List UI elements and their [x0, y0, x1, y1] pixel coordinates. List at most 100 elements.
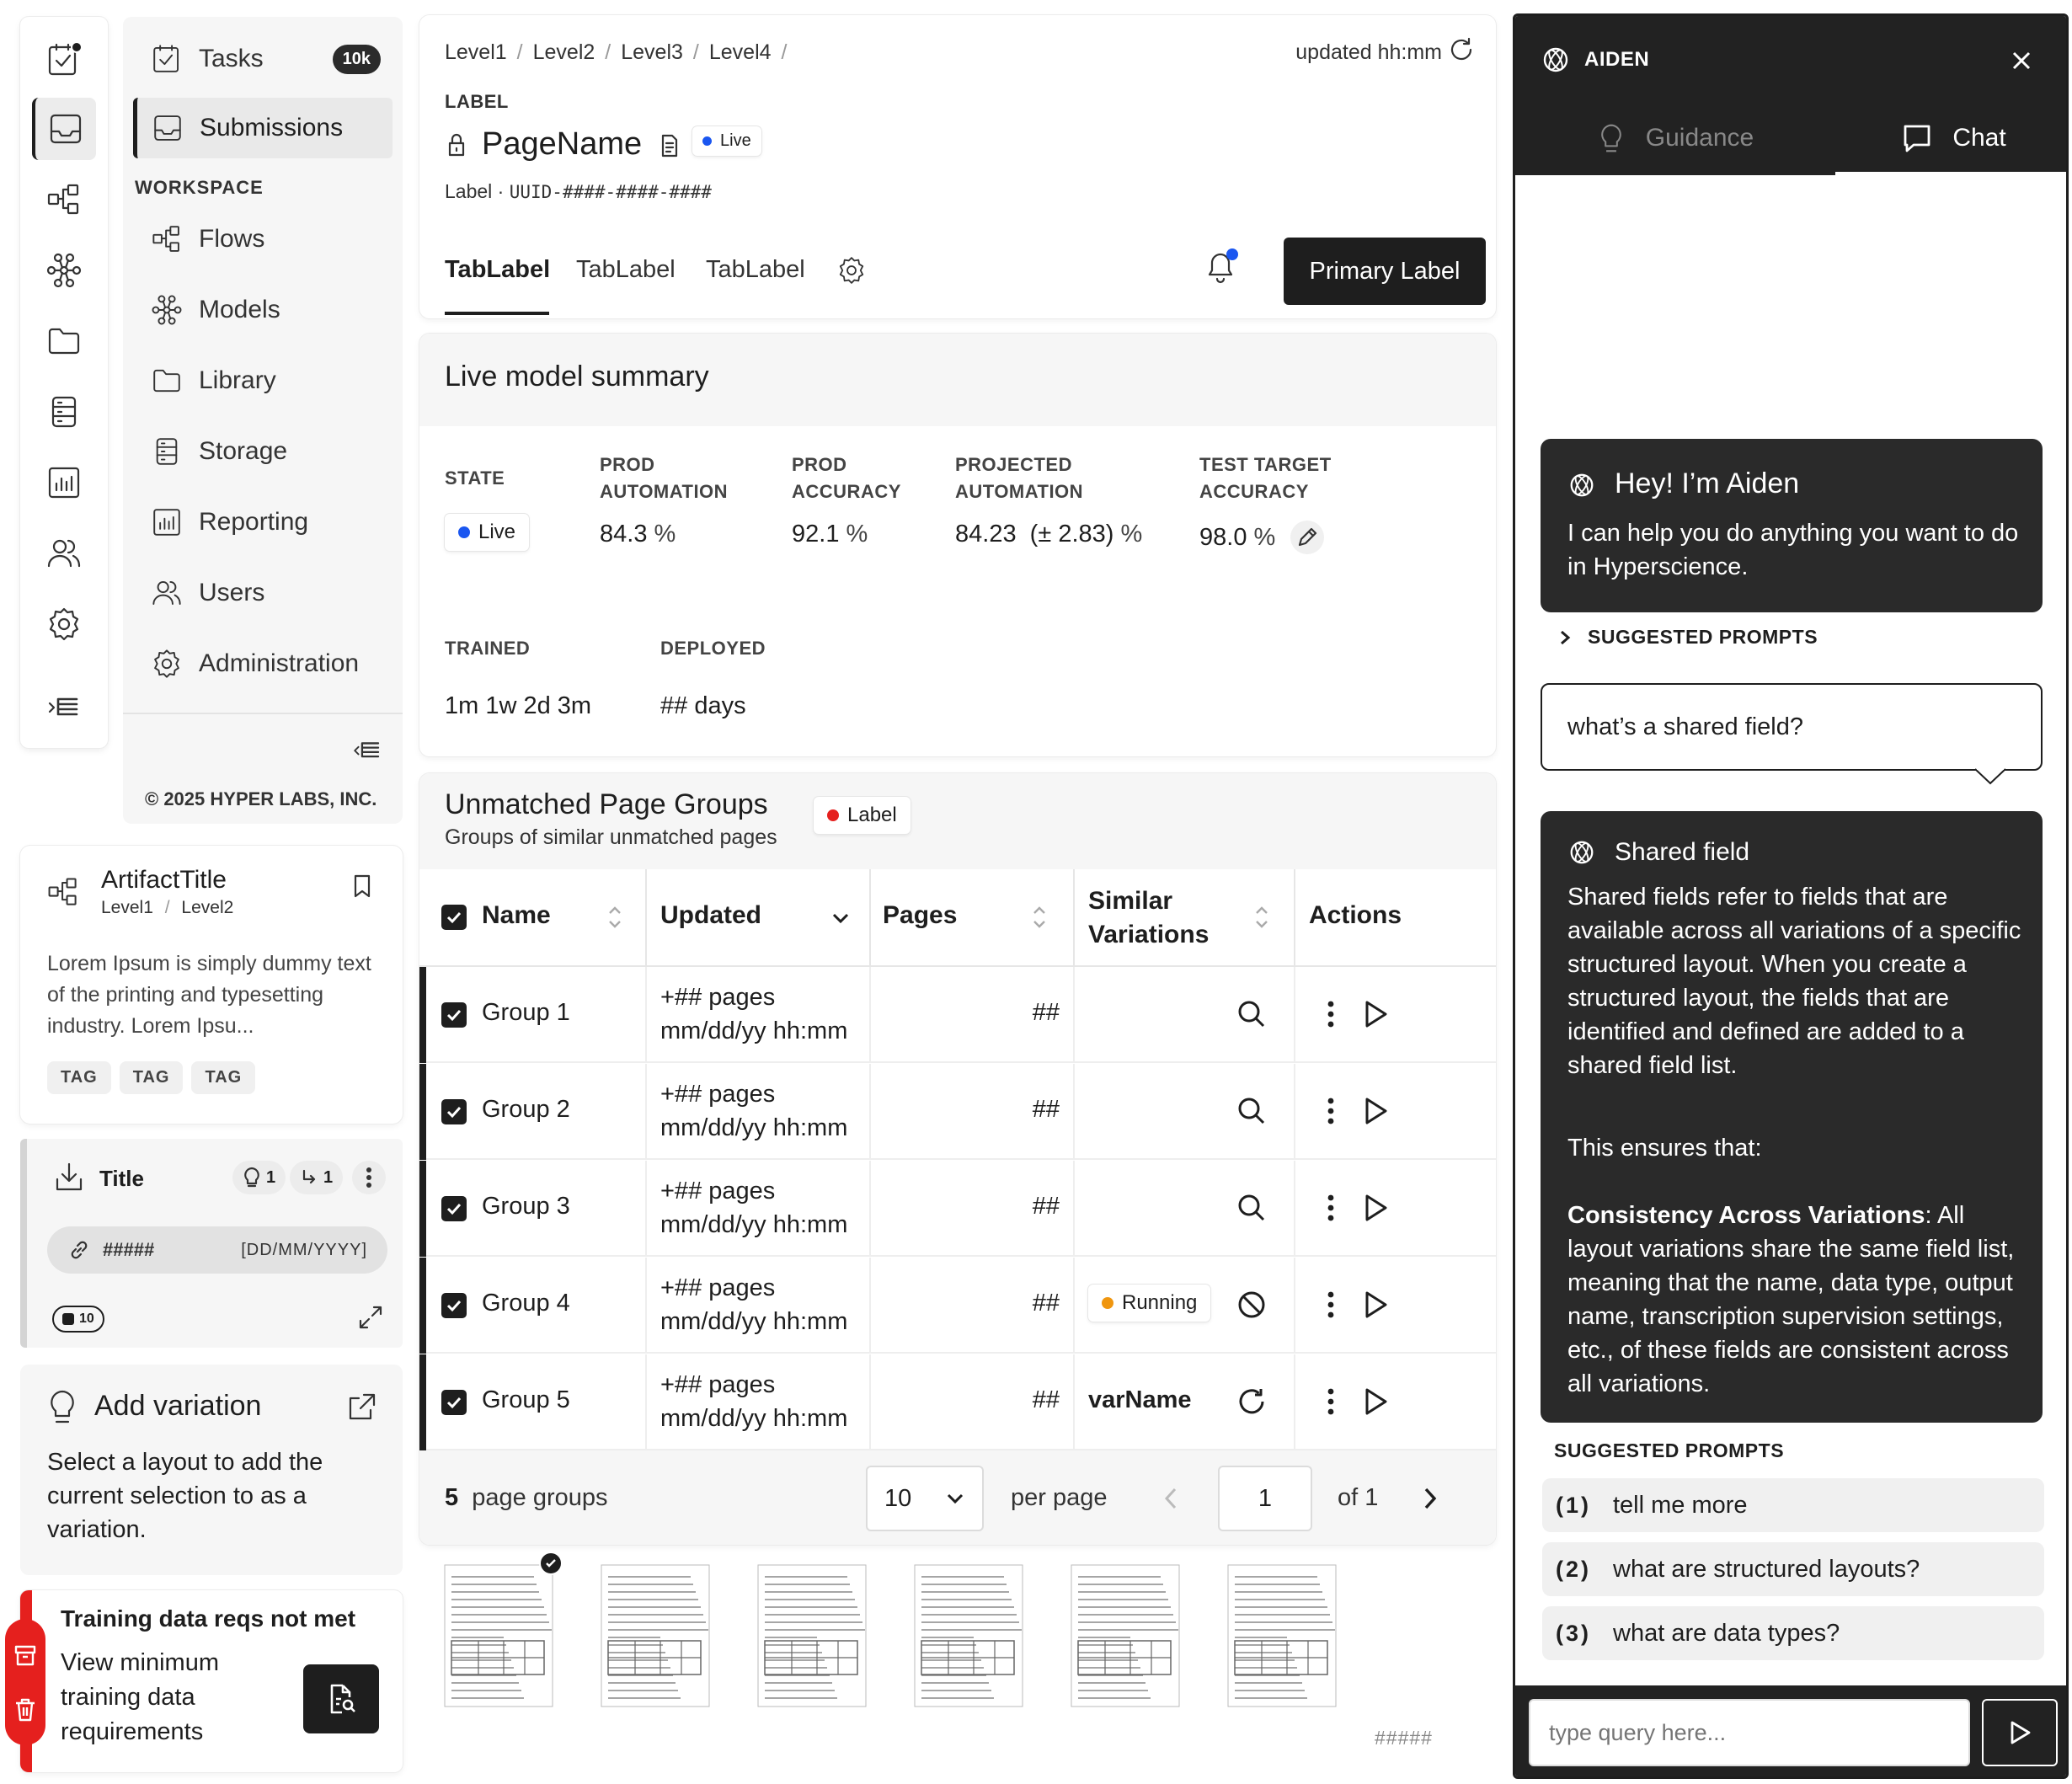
trash-icon[interactable]	[12, 1696, 39, 1723]
nav-item-administration[interactable]: Administration	[133, 633, 393, 694]
refresh-icon[interactable]	[1447, 35, 1476, 64]
tab-chat[interactable]: Chat	[1835, 100, 2066, 175]
document-thumbnail[interactable]	[585, 1557, 711, 1717]
row-checkbox[interactable]	[441, 1196, 467, 1221]
chevron-left-icon[interactable]	[1161, 1484, 1181, 1513]
search-icon[interactable]	[1235, 1191, 1268, 1225]
more-icon[interactable]	[1326, 1288, 1336, 1322]
search-icon[interactable]	[1235, 997, 1268, 1031]
view-requirements-button[interactable]	[303, 1664, 379, 1733]
table-row[interactable]: Group 3 +## pages mm/dd/yy hh:mm ##	[419, 1161, 1496, 1257]
table-row[interactable]: Group 4 +## pages mm/dd/yy hh:mm ## Running	[419, 1258, 1496, 1354]
nav-item-storage[interactable]: Storage	[133, 421, 393, 482]
settings-icon[interactable]	[32, 593, 96, 655]
play-icon[interactable]	[1358, 1191, 1391, 1225]
play-icon[interactable]	[1358, 997, 1391, 1031]
artifact-card[interactable]: ArtifactTitle Level1 / Level2 Lorem Ipsu…	[20, 846, 403, 1124]
row-checkbox[interactable]	[441, 1293, 467, 1318]
title-card[interactable]: Title 1 1 ##### [DD/MM/YYYY] 10	[20, 1139, 403, 1348]
more-icon[interactable]	[352, 1161, 386, 1194]
suggested-prompts-toggle[interactable]: SUGGESTED PROMPTS	[1557, 626, 1818, 649]
chevron-down-icon[interactable]	[830, 910, 851, 927]
expand-icon[interactable]	[355, 1302, 386, 1333]
document-thumbnail[interactable]	[741, 1557, 868, 1717]
reporting-icon[interactable]	[32, 451, 96, 514]
row-checkbox[interactable]	[441, 1002, 467, 1028]
breadcrumb-item[interactable]: Level1	[445, 40, 507, 65]
table-row[interactable]: Group 1 +## pages mm/dd/yy hh:mm ##	[419, 967, 1496, 1063]
document-thumbnail[interactable]	[1211, 1557, 1338, 1717]
sort-icon[interactable]	[1031, 903, 1048, 932]
row-checkbox[interactable]	[441, 1099, 467, 1124]
linked-field[interactable]: ##### [DD/MM/YYYY]	[47, 1226, 387, 1274]
nav-item-flows[interactable]: Flows	[133, 209, 393, 270]
block-icon[interactable]	[1235, 1288, 1268, 1322]
nav-item-reporting[interactable]: Reporting	[133, 492, 393, 553]
group-name[interactable]: Group 3	[482, 1193, 570, 1220]
edit-icon[interactable]	[1290, 521, 1325, 554]
tab-1[interactable]: TabLabel	[445, 256, 550, 284]
column-pages[interactable]: Pages	[883, 901, 957, 930]
flows-icon[interactable]	[32, 168, 96, 231]
document-icon[interactable]	[659, 133, 681, 158]
sort-icon[interactable]	[1253, 903, 1270, 932]
refresh-icon[interactable]	[1235, 1385, 1268, 1418]
per-page-select[interactable]: 10	[866, 1466, 984, 1531]
primary-button[interactable]: Primary Label	[1284, 238, 1486, 305]
group-name[interactable]: Group 1	[482, 999, 570, 1027]
tab-3[interactable]: TabLabel	[706, 256, 805, 284]
nav-item-users[interactable]: Users	[133, 563, 393, 623]
tab-2[interactable]: TabLabel	[576, 256, 676, 284]
nav-item-tasks[interactable]: Tasks 10k	[133, 29, 393, 89]
archive-icon[interactable]	[12, 1642, 39, 1669]
storage-icon[interactable]	[32, 381, 96, 443]
expand-menu-icon[interactable]	[32, 677, 96, 740]
tab-settings-icon[interactable]	[836, 254, 868, 286]
breadcrumb-item[interactable]: Level3	[621, 40, 683, 65]
play-icon[interactable]	[1358, 1094, 1391, 1128]
chevron-right-icon[interactable]	[1420, 1484, 1440, 1513]
bulb-count[interactable]: 1	[232, 1161, 286, 1194]
select-all-checkbox[interactable]	[441, 905, 467, 930]
column-updated[interactable]: Updated	[660, 901, 761, 930]
bell-icon[interactable]	[1203, 246, 1242, 288]
branch-count[interactable]: 1	[290, 1161, 344, 1194]
group-name[interactable]: Group 2	[482, 1096, 570, 1124]
nav-item-library[interactable]: Library	[133, 350, 393, 411]
row-checkbox[interactable]	[441, 1390, 467, 1415]
breadcrumb-item[interactable]: Level2	[533, 40, 595, 65]
column-similar-variations[interactable]: Similar Variations	[1088, 884, 1209, 952]
play-icon[interactable]	[1358, 1385, 1391, 1418]
add-variation-card[interactable]: Add variation Select a layout to add the…	[20, 1365, 403, 1575]
send-button[interactable]	[1982, 1699, 2058, 1766]
close-icon[interactable]	[2009, 48, 2034, 73]
more-icon[interactable]	[1326, 997, 1336, 1031]
table-row[interactable]: Group 5 +## pages mm/dd/yy hh:mm ## varName	[419, 1354, 1496, 1450]
group-name[interactable]: Group 4	[482, 1290, 570, 1317]
more-icon[interactable]	[1326, 1385, 1336, 1418]
more-icon[interactable]	[1326, 1094, 1336, 1128]
group-name[interactable]: Group 5	[482, 1386, 570, 1414]
tasks-icon[interactable]	[32, 29, 96, 91]
submissions-icon[interactable]	[32, 98, 96, 160]
sort-icon[interactable]	[606, 903, 623, 932]
suggested-prompt[interactable]: (3) what are data types?	[1542, 1606, 2044, 1660]
document-thumbnail[interactable]	[1055, 1557, 1181, 1717]
column-name[interactable]: Name	[482, 901, 551, 930]
suggested-prompt[interactable]: (2) what are structured layouts?	[1542, 1542, 2044, 1596]
document-thumbnail[interactable]	[428, 1552, 563, 1717]
more-icon[interactable]	[1326, 1191, 1336, 1225]
breadcrumb-item[interactable]: Level4	[709, 40, 772, 65]
bookmark-icon[interactable]	[347, 871, 377, 901]
users-icon[interactable]	[32, 522, 96, 585]
tab-guidance[interactable]: Guidance	[1515, 100, 1835, 175]
suggested-prompt[interactable]: (1) tell me more	[1542, 1478, 2044, 1532]
nav-item-submissions[interactable]: Submissions	[133, 98, 393, 158]
models-icon[interactable]	[32, 239, 96, 302]
search-icon[interactable]	[1235, 1094, 1268, 1128]
collapse-menu-icon[interactable]	[350, 734, 384, 768]
query-input[interactable]	[1529, 1699, 1970, 1766]
play-icon[interactable]	[1358, 1288, 1391, 1322]
page-input[interactable]: 1	[1218, 1466, 1312, 1531]
nav-item-models[interactable]: Models	[133, 280, 393, 340]
